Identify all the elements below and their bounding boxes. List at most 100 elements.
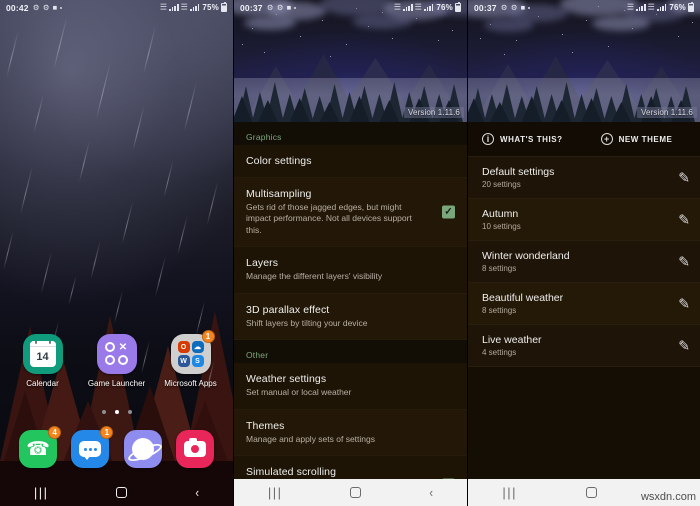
message-icon[interactable]: 1	[71, 426, 114, 468]
status-clock: 00:37	[240, 2, 263, 13]
app-label: Game Launcher	[87, 379, 146, 388]
status-left-icons: ⚙ ⚙ ■	[267, 4, 297, 12]
recents-button[interactable]: |||	[502, 485, 517, 500]
row-subtitle: Manage and apply sets of settings	[246, 433, 375, 444]
new-theme-button[interactable]: + NEW THEME	[600, 133, 673, 145]
page-dot-3[interactable]	[127, 410, 132, 414]
theme-row-live-weather[interactable]: Live weather 4 settings ✎	[468, 325, 700, 367]
signal-bars-2-icon	[424, 4, 434, 11]
edit-pencil-icon[interactable]: ✎	[678, 253, 690, 270]
dot-icon	[294, 6, 297, 9]
alarm-icon: ⚙	[266, 2, 274, 12]
row-title: Multisampling	[246, 188, 312, 200]
battery-percent: 76%	[436, 3, 453, 12]
theme-name: Beautiful weather	[482, 292, 564, 304]
status-right-icons: ☰ ☰ 76%	[393, 2, 461, 12]
wifi-icon: ☰	[626, 2, 635, 12]
theme-row-autumn[interactable]: Autumn 10 settings ✎	[468, 199, 700, 241]
battery-icon	[455, 2, 461, 12]
camera-icon[interactable]	[175, 430, 214, 468]
navigation-bar-settings: ||| ‹	[234, 479, 467, 506]
theme-row-winter-wonderland[interactable]: Winter wonderland 8 settings ✎	[468, 241, 700, 283]
section-header-graphics: Graphics	[246, 132, 282, 142]
plus-icon: +	[600, 133, 613, 145]
version-badge: Version 1.11.6	[404, 107, 464, 118]
status-clock: 00:37	[474, 2, 497, 13]
home-button[interactable]	[350, 487, 362, 498]
navigation-bar-home: ||| ‹	[0, 479, 233, 506]
row-title: Weather settings	[246, 373, 327, 386]
app-label: Calendar	[26, 379, 59, 388]
recents-button[interactable]: |||	[34, 485, 49, 500]
circle-glyph-2	[104, 355, 115, 365]
setting-row-weather-settings[interactable]: Weather settings Set manual or local wea…	[234, 363, 467, 410]
theme-count: 8 settings	[482, 264, 517, 273]
setting-row-color-settings[interactable]: Color settings	[234, 145, 467, 178]
wallpaper-night-forest: Version 1.11.6	[234, 0, 467, 122]
theme-name: Live weather	[482, 334, 542, 346]
game-launcher-icon[interactable]: ✕	[96, 334, 137, 374]
page-indicator[interactable]	[0, 410, 233, 414]
signal-bars-icon	[636, 4, 646, 11]
game-glyphs: ✕	[104, 341, 129, 366]
checkbox-multisampling[interactable]: ✓	[442, 205, 455, 219]
screenshot-root: 00:42 ⚙ ⚙ ■ ☰ ☰ 75% 14 Calendar ✕ Game L…	[0, 0, 700, 506]
dot-icon	[528, 6, 531, 9]
back-button[interactable]: ‹	[429, 485, 433, 500]
internet-icon[interactable]	[123, 430, 162, 468]
theme-count: 20 settings	[482, 180, 521, 189]
page-dot-2-active[interactable]	[114, 410, 119, 414]
calendar-rings	[29, 341, 56, 347]
home-app-row: 14 Calendar ✕ Game Launcher O ☁ W S 1 Mi…	[0, 330, 233, 388]
edit-pencil-icon[interactable]: ✎	[678, 169, 690, 186]
onedrive-icon: ☁	[191, 341, 204, 353]
phone-icon[interactable]: ☎ 4	[19, 426, 62, 468]
edit-pencil-icon[interactable]: ✎	[678, 295, 690, 312]
network-icon: ☰	[647, 2, 655, 12]
app-calendar[interactable]: 14 Calendar	[12, 334, 74, 388]
signal-bars-icon	[169, 4, 179, 11]
setting-row-themes[interactable]: Themes Manage and apply sets of settings	[234, 409, 467, 457]
app-microsoft-folder[interactable]: O ☁ W S 1 Microsoft Apps	[160, 330, 222, 388]
skype-icon: S	[191, 355, 204, 367]
theme-row-default-settings[interactable]: Default settings 20 settings ✎	[468, 157, 700, 199]
signal-bars-2-icon	[657, 4, 667, 11]
whats-this-label: WHAT'S THIS?	[500, 134, 563, 144]
settings-icon: ⚙	[42, 2, 50, 12]
app-game-launcher[interactable]: ✕ Game Launcher	[86, 334, 148, 388]
page-dot-1[interactable]	[101, 410, 106, 414]
setting-row-multisampling[interactable]: Multisampling Gets rid of those jagged e…	[234, 178, 467, 248]
x-glyph: ✕	[118, 341, 128, 353]
themes-empty-area	[468, 367, 700, 479]
circle-glyph	[104, 342, 115, 352]
home-button[interactable]	[116, 487, 128, 498]
setting-row-simulated-scrolling[interactable]: Simulated scrolling If your launcher doe…	[234, 456, 467, 479]
folder-icon[interactable]: O ☁ W S 1	[170, 330, 215, 374]
calendar-icon[interactable]: 14	[22, 334, 63, 374]
status-left-icons: ⚙ ⚙ ■	[33, 4, 63, 12]
data-saver-icon: ■	[52, 2, 58, 12]
edit-pencil-icon[interactable]: ✎	[678, 211, 690, 228]
setting-row-layers[interactable]: Layers Manage the different layers' visi…	[234, 247, 467, 294]
theme-count: 4 settings	[482, 348, 517, 357]
theme-row-beautiful-weather[interactable]: Beautiful weather 8 settings ✎	[468, 283, 700, 325]
recents-button[interactable]: |||	[268, 485, 283, 500]
network-icon: ☰	[414, 2, 422, 12]
themes-list[interactable]: i WHAT'S THIS? + NEW THEME Default setti…	[468, 122, 700, 479]
edit-pencil-icon[interactable]: ✎	[678, 337, 690, 354]
status-bar-themes: 00:37 ⚙ ⚙ ■ ☰ ☰ 76%	[468, 0, 700, 15]
back-button[interactable]: ‹	[195, 485, 199, 500]
whats-this-button[interactable]: i WHAT'S THIS?	[482, 133, 563, 145]
setting-row-3d-parallax[interactable]: 3D parallax effect Shift layers by tilti…	[234, 293, 467, 341]
settings-icon: ⚙	[276, 2, 284, 12]
home-button[interactable]	[585, 487, 597, 498]
message-bubble	[79, 441, 102, 460]
settings-icon: ⚙	[510, 2, 518, 12]
info-icon: i	[482, 133, 494, 145]
status-clock: 00:42	[6, 2, 29, 13]
battery-percent: 76%	[669, 3, 686, 12]
wifi-icon: ☰	[393, 2, 402, 12]
settings-list[interactable]: Graphics Color settings Multisampling Ge…	[234, 122, 467, 479]
data-saver-icon: ■	[286, 2, 292, 12]
theme-action-bar: i WHAT'S THIS? + NEW THEME	[468, 122, 700, 157]
